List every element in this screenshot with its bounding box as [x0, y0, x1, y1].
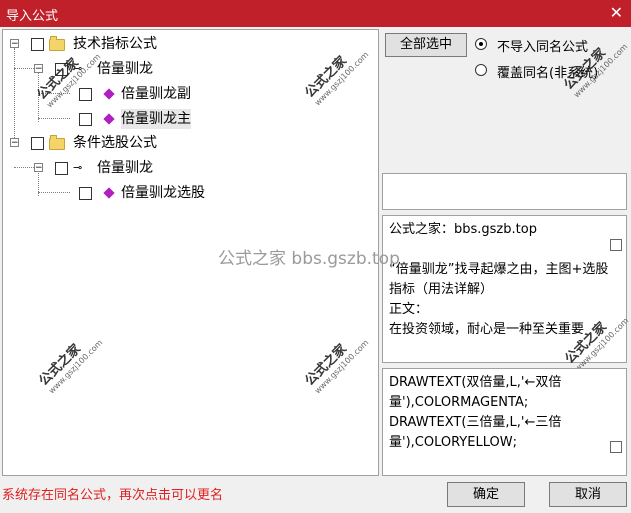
tree-node-beiliang-group-2[interactable]: − ⊸ 倍量驯龙 [3, 158, 373, 178]
center-watermark: 公式之家 bbs.gszb.top [218, 249, 400, 269]
ok-button[interactable]: 确定 [447, 482, 525, 507]
tree-node-label: 条件选股公式 [73, 135, 157, 151]
title-bar: 导入公式 ✕ [0, 0, 631, 27]
radio-button[interactable] [475, 64, 487, 76]
tree-node-label: 倍量驯龙副 [121, 86, 191, 102]
collapse-icon[interactable]: − [34, 163, 43, 173]
tree-node-condition-formulas[interactable]: − 条件选股公式 [3, 133, 373, 153]
checkbox[interactable] [79, 187, 92, 200]
checkbox[interactable] [79, 88, 92, 101]
tree-node-tech-formulas[interactable]: − 技术指标公式 [3, 34, 373, 54]
code-panel: DRAWTEXT(双倍量,L,'←双倍量'),COLORMAGENTA; DRA… [382, 368, 627, 476]
folder-icon [49, 135, 65, 150]
scroll-box[interactable] [610, 239, 622, 251]
status-message: 系统存在同名公式，再次点击可以更名 [2, 488, 224, 503]
tree-node-label: 倍量驯龙选股 [121, 185, 205, 201]
tree-node-beiliang-fu[interactable]: 倍量驯龙副 [3, 84, 373, 104]
key-icon: ⊸ [73, 62, 83, 75]
tree-node-label: 倍量驯龙 [97, 61, 153, 77]
watermark: 公式之家 www.gszj100.com [302, 338, 371, 396]
collapse-icon[interactable]: − [10, 138, 19, 148]
radio-label: 不导入同名公式 [497, 40, 589, 55]
checkbox[interactable] [55, 63, 68, 76]
checkbox[interactable] [79, 113, 92, 126]
tree-node-beiliang-zhu[interactable]: 倍量驯龙主 [3, 109, 373, 129]
checkbox[interactable] [55, 162, 68, 175]
description-panel: 公式之家：bbs.gszb.top “倍量驯龙”找寻起爆之由，主图+选股指标（用… [382, 215, 630, 373]
close-icon[interactable]: ✕ [610, 3, 623, 22]
cancel-button[interactable]: 取消 [549, 482, 627, 507]
formula-icon [103, 88, 115, 100]
collapse-icon[interactable]: − [34, 64, 43, 74]
tree-node-label: 技术指标公式 [73, 36, 157, 52]
rename-input[interactable] [382, 173, 627, 210]
tree-node-beiliang-xuangu[interactable]: 倍量驯龙选股 [3, 183, 373, 203]
tree-node-label: 倍量驯龙主 [121, 109, 191, 129]
window-title: 导入公式 [6, 9, 59, 24]
radio-overwrite[interactable]: 覆盖同名(非系统) [475, 62, 631, 81]
watermark: 公式之家 www.gszj100.com [36, 338, 105, 396]
code-text: DRAWTEXT(双倍量,L,'←双倍量'),COLORMAGENTA; DRA… [389, 375, 562, 450]
radio-button[interactable] [475, 38, 487, 50]
scroll-box[interactable] [610, 441, 622, 453]
key-icon: ⊸ [73, 161, 83, 174]
select-all-button[interactable]: 全部选中 [385, 33, 467, 57]
folder-icon [49, 36, 65, 51]
formula-icon [103, 187, 115, 199]
description-text: 公式之家：bbs.gszb.top “倍量驯龙”找寻起爆之由，主图+选股指标（用… [389, 222, 609, 337]
collapse-icon[interactable]: − [10, 39, 19, 49]
tree-node-beiliang-group[interactable]: − ⊸ 倍量驯龙 [3, 59, 373, 79]
formula-icon [103, 113, 115, 125]
tree-node-label: 倍量驯龙 [97, 160, 153, 176]
radio-label: 覆盖同名(非系统) [497, 66, 599, 81]
checkbox[interactable] [31, 137, 44, 150]
radio-no-import[interactable]: 不导入同名公式 [475, 36, 631, 55]
checkbox[interactable] [31, 38, 44, 51]
